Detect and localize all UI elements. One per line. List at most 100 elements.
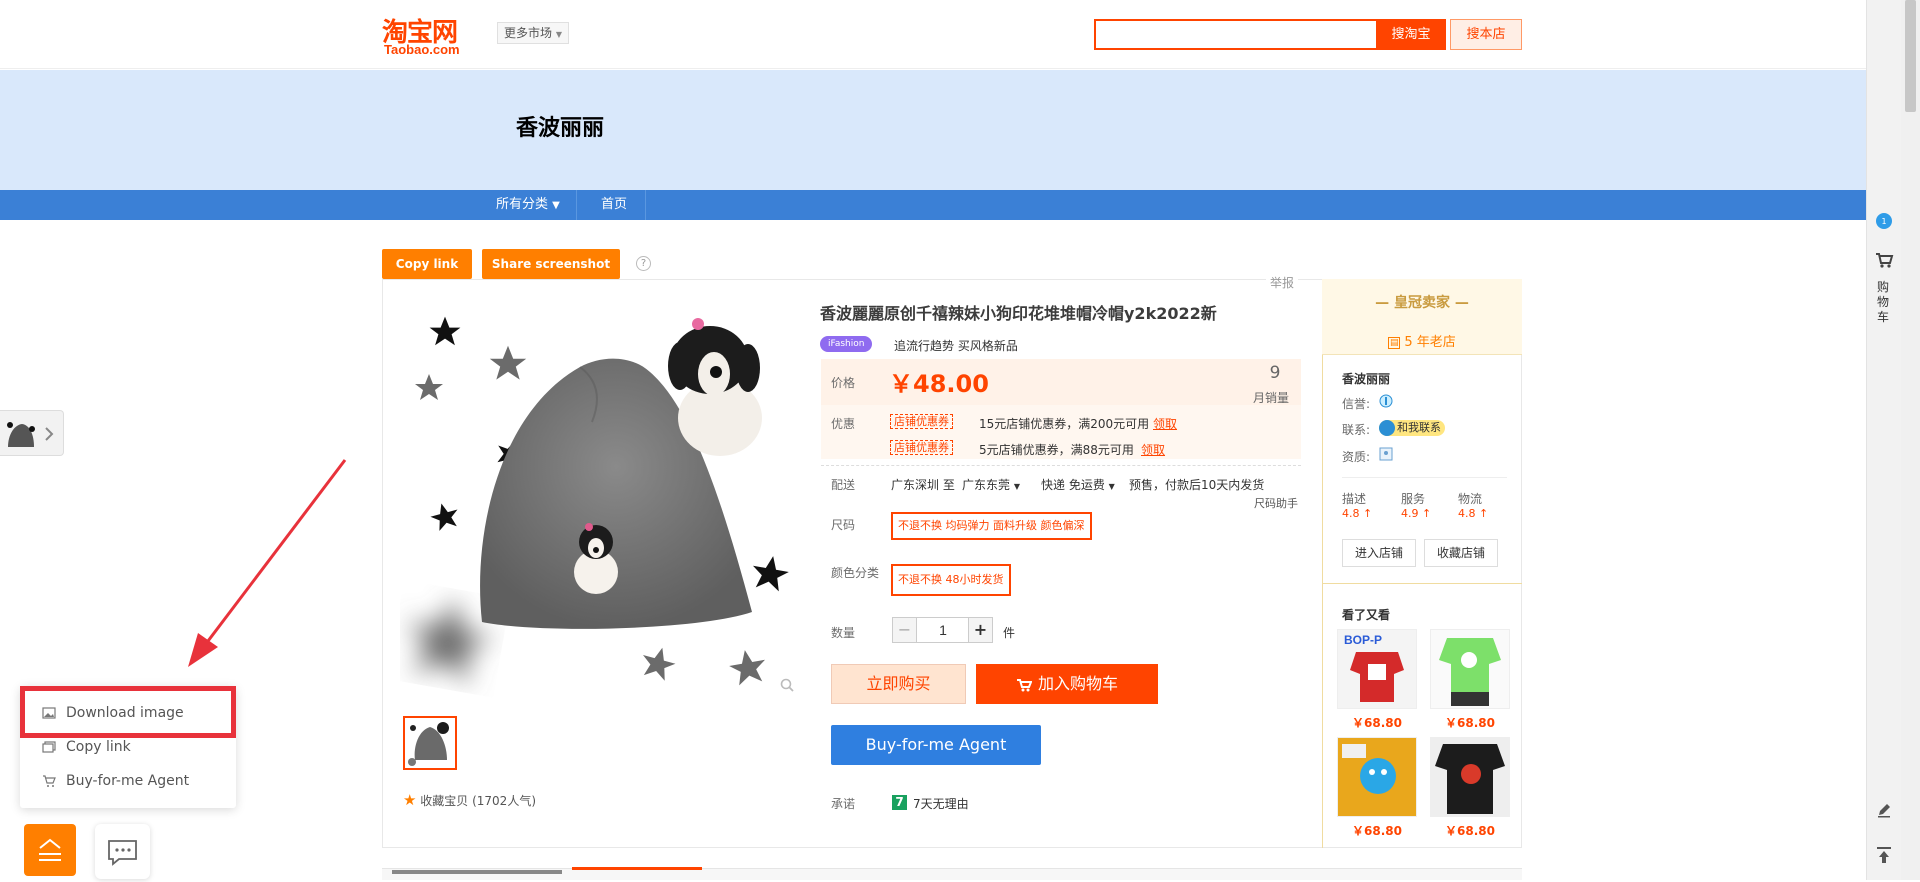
stat-label: 物流 — [1458, 492, 1483, 506]
product-price: ￥48.00 — [889, 370, 989, 398]
license-icon[interactable] — [1379, 447, 1393, 461]
claim-coupon-link[interactable]: 领取 — [1141, 441, 1165, 458]
rec-thumb-1: BOP-P — [1344, 633, 1404, 702]
recommendation-image[interactable] — [1430, 629, 1510, 709]
tab-placeholder[interactable] — [392, 870, 562, 874]
plugin-menu-toggle-button[interactable] — [24, 824, 76, 876]
color-label: 颜色分类 — [831, 566, 880, 580]
page-scrollbar[interactable] — [1901, 0, 1920, 880]
arrow-up-icon: ↑ — [1363, 507, 1373, 520]
share-screenshot-button[interactable]: Share screenshot — [482, 249, 620, 279]
product-thumbnail[interactable] — [403, 716, 457, 770]
nav-all-categories-label: 所有分类 — [496, 197, 549, 212]
recommendation-image[interactable]: BOP-P — [1337, 629, 1417, 709]
recommendation-price: ￥68.80 — [1445, 824, 1495, 838]
favorite-shop-button[interactable]: 收藏店铺 — [1424, 539, 1498, 567]
stat-value: 4.8 ↑ — [1342, 507, 1372, 520]
sidebar-cart-label[interactable]: 购物车 — [1876, 280, 1890, 325]
shop-years: ▤ 5 年老店 — [1322, 331, 1522, 350]
buy-now-button[interactable]: 立即购买 — [831, 664, 966, 704]
also-viewed-title: 看了又看 — [1342, 608, 1391, 622]
contact-seller-button[interactable]: 和我联系 — [1379, 420, 1445, 436]
credit-badge-icon — [1379, 394, 1393, 408]
plugin-side-tab[interactable] — [0, 410, 64, 456]
chat-icon — [1379, 420, 1395, 436]
back-to-top-icon[interactable] — [1876, 846, 1892, 864]
tab-active-indicator[interactable] — [572, 867, 702, 870]
nav-home[interactable]: 首页 — [601, 190, 627, 220]
quantity-unit: 件 — [1003, 626, 1016, 640]
credit-label: 信誉: — [1342, 397, 1371, 411]
size-helper-link[interactable]: 尺码助手 — [1254, 495, 1298, 511]
shop-nav: 所有分类 ▼ 首页 — [0, 190, 1866, 220]
report-link[interactable]: 举报 — [1266, 274, 1299, 291]
zoom-icon[interactable] — [780, 678, 794, 692]
star-icon: ★ — [403, 791, 417, 809]
rec-thumb-4 — [1435, 744, 1505, 814]
help-icon[interactable]: ? — [636, 256, 651, 271]
arrow-up-icon: ↑ — [1479, 507, 1489, 520]
crown-seller-label: 皇冠卖家 — [1394, 295, 1450, 311]
product-main-image[interactable] — [400, 292, 800, 702]
recommendation-image[interactable] — [1337, 737, 1417, 817]
caret-down-icon: ▼ — [552, 200, 560, 211]
enter-shop-button[interactable]: 进入店铺 — [1342, 539, 1416, 567]
more-markets-label: 更多市场 — [504, 26, 553, 40]
add-to-cart-label: 加入购物车 — [1037, 674, 1118, 693]
divider — [1322, 583, 1522, 584]
quantity-decrease-button[interactable]: − — [892, 617, 917, 643]
search-shop-button[interactable]: 搜本店 — [1450, 19, 1522, 50]
coupon-badge: 店铺优惠券 — [890, 414, 953, 429]
scrollbar-thumb[interactable] — [1905, 0, 1916, 112]
ifashion-tag: iFashion — [820, 336, 873, 352]
ship-note: 预售，付款后10天内发货 — [1129, 478, 1265, 492]
nav-all-categories[interactable]: 所有分类 ▼ — [496, 190, 560, 220]
ship-from: 广东深圳 至 — [891, 478, 955, 492]
edit-icon[interactable] — [1876, 802, 1892, 818]
taobao-logo[interactable]: 淘宝网 Taobao.com — [382, 12, 478, 57]
promise-text[interactable]: 7天无理由 — [913, 795, 969, 812]
stat-label: 服务 — [1401, 492, 1426, 506]
copy-link-button[interactable]: Copy link — [382, 249, 472, 279]
stat-value-text: 4.8 — [1342, 507, 1360, 520]
annotation-arrow — [188, 459, 347, 667]
caret-down-icon: ▼ — [1013, 482, 1020, 491]
arrow-up-icon: ↑ — [1422, 507, 1432, 520]
search-input[interactable] — [1094, 19, 1378, 50]
size-option[interactable]: 不退不换 均码弹力 面料升级 颜色偏深 — [891, 512, 1092, 540]
copy-icon — [42, 741, 56, 753]
logo-text-en: Taobao.com — [384, 42, 460, 57]
cart-icon — [1016, 678, 1033, 691]
divider — [821, 465, 1301, 466]
promise-label: 承诺 — [831, 797, 856, 811]
recommendation-price: ￥68.80 — [1352, 716, 1402, 730]
stat-label: 描述 — [1342, 492, 1367, 506]
divider — [1342, 477, 1507, 478]
claim-coupon-link[interactable]: 领取 — [1153, 415, 1177, 432]
color-option[interactable]: 不退不换 48小时发货 — [891, 564, 1011, 596]
coupon-badge: 店铺优惠券 — [890, 440, 953, 455]
ship-to-dropdown[interactable]: 广东东莞 ▼ — [962, 476, 1020, 493]
top-header: 淘宝网 Taobao.com 更多市场 ▼ 搜淘宝 搜本店 — [0, 0, 1866, 69]
add-to-cart-button[interactable]: 加入购物车 — [976, 664, 1158, 704]
buy-for-me-agent-button[interactable]: Buy-for-me Agent — [831, 725, 1041, 765]
stat-value-text: 4.8 — [1458, 507, 1476, 520]
seller-shop-name[interactable]: 香波丽丽 — [1342, 370, 1390, 387]
notification-badge-icon[interactable]: 1 — [1875, 212, 1893, 230]
size-label: 尺码 — [831, 518, 856, 532]
crown-seller-title: — 皇冠卖家 — — [1375, 295, 1469, 311]
shop-banner-name[interactable]: 香波丽丽 — [516, 110, 604, 142]
recommendation-image[interactable] — [1430, 737, 1510, 817]
favorite-item[interactable]: ★ 收藏宝贝 (1702人气) — [403, 791, 536, 809]
product-title: 香波麗麗原创千禧辣妹小狗印花堆堆帽冷帽y2k2022新 — [820, 304, 1217, 323]
quantity-increase-button[interactable]: + — [968, 617, 993, 643]
menu-buy-for-me-agent[interactable]: Buy-for-me Agent — [42, 766, 189, 796]
more-markets-dropdown[interactable]: 更多市场 ▼ — [497, 22, 569, 44]
quantity-input[interactable] — [917, 617, 969, 643]
search-taobao-button[interactable]: 搜淘宝 — [1376, 19, 1446, 50]
annotation-highlight-box — [20, 686, 236, 738]
rec-thumb-2 — [1439, 638, 1501, 706]
ship-method-dropdown[interactable]: 快递 免运费 ▼ — [1041, 476, 1115, 493]
cart-icon[interactable] — [1874, 250, 1894, 270]
chat-button[interactable] — [95, 824, 150, 879]
